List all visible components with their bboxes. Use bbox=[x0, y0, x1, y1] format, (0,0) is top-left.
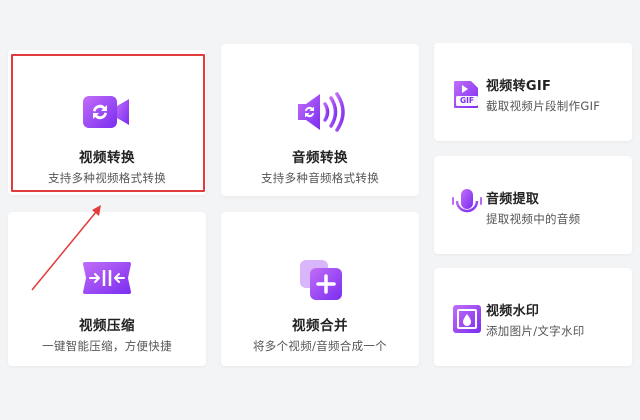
card-description: 支持多种音频格式转换 bbox=[261, 171, 379, 185]
card-title: 视频转GIF bbox=[486, 79, 552, 94]
merge-plus-icon bbox=[294, 260, 346, 300]
audio-convert-card[interactable]: 音频转换 支持多种音频格式转换 bbox=[221, 44, 419, 196]
gif-badge-label: GIF bbox=[459, 96, 475, 105]
card-description: 将多个视频/音频合成一个 bbox=[253, 339, 387, 353]
video-convert-icon bbox=[81, 92, 133, 132]
card-description: 支持多种视频格式转换 bbox=[48, 171, 166, 185]
card-title: 视频转换 bbox=[79, 150, 135, 166]
card-description: 一键智能压缩，方便快捷 bbox=[42, 339, 172, 353]
video-merge-card[interactable]: 视频合并 将多个视频/音频合成一个 bbox=[221, 212, 419, 366]
card-description: 提取视频中的音频 bbox=[486, 212, 581, 226]
gif-file-icon: GIF bbox=[452, 79, 482, 109]
video-watermark-card[interactable]: 视频水印 添加图片/文字水印 bbox=[434, 268, 632, 366]
video-convert-card[interactable]: 视频转换 支持多种视频格式转换 bbox=[8, 50, 206, 195]
card-title: 视频压缩 bbox=[79, 318, 135, 334]
audio-extract-card[interactable]: 音频提取 提取视频中的音频 bbox=[434, 156, 632, 254]
card-description: 添加图片/文字水印 bbox=[486, 324, 585, 338]
card-title: 视频水印 bbox=[486, 304, 540, 319]
card-title: 音频转换 bbox=[292, 150, 348, 166]
card-title: 视频合并 bbox=[292, 318, 348, 334]
video-to-gif-card[interactable]: GIF 视频转GIF 截取视频片段制作GIF bbox=[434, 43, 632, 141]
video-compress-card[interactable]: 视频压缩 一键智能压缩，方便快捷 bbox=[8, 212, 206, 366]
compress-icon bbox=[81, 258, 133, 298]
watermark-icon bbox=[452, 304, 482, 334]
card-title: 音频提取 bbox=[486, 192, 540, 207]
card-description: 截取视频片段制作GIF bbox=[486, 99, 601, 113]
microphone-icon bbox=[452, 188, 482, 220]
audio-convert-icon bbox=[294, 92, 346, 132]
